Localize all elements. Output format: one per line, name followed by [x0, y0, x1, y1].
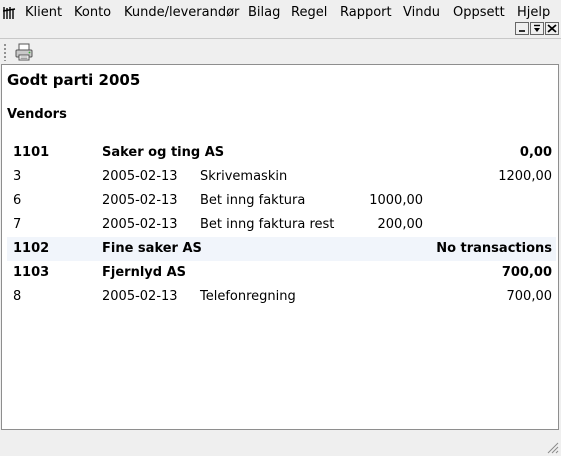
transaction-text: Telefonregning — [200, 289, 296, 304]
transaction-text: Skrivemaskin — [200, 169, 288, 184]
menu-rapport[interactable]: Rapport — [340, 5, 392, 20]
menu-oppsett[interactable]: Oppsett — [453, 5, 505, 20]
transaction-date: 2005-02-13 — [102, 289, 178, 304]
report-subtitle: Vendors — [7, 107, 67, 122]
menu-klient[interactable]: Klient — [25, 5, 62, 20]
menu-regel[interactable]: Regel — [291, 5, 327, 20]
vendor-balance: No transactions — [436, 241, 552, 256]
mdi-window-controls — [515, 22, 559, 36]
vendor-row: 1103 Fjernlyd AS 700,00 — [7, 261, 556, 285]
restore-icon[interactable] — [530, 22, 544, 35]
vendor-row: 1101 Saker og ting AS 0,00 — [7, 141, 556, 165]
vendor-id: 1101 — [13, 145, 50, 160]
menu-bar: Klient Konto Kunde/leverandør Bilag Rege… — [0, 0, 561, 26]
menu-hjelp[interactable]: Hjelp — [517, 5, 550, 20]
transaction-number: 6 — [13, 193, 22, 208]
transaction-date: 2005-02-13 — [102, 193, 178, 208]
status-bar — [0, 432, 561, 456]
transaction-balance: 700,00 — [506, 289, 553, 304]
app-menu-icon[interactable] — [2, 6, 19, 20]
transaction-balance: 1200,00 — [498, 169, 552, 184]
minimize-icon[interactable] — [515, 22, 529, 35]
resize-grip-icon[interactable] — [547, 442, 559, 454]
vendor-name: Saker og ting AS — [102, 145, 225, 160]
transaction-amount: 1000,00 — [369, 193, 423, 208]
vendor-balance: 0,00 — [519, 145, 552, 160]
vendor-id: 1103 — [13, 265, 50, 280]
transaction-text: Bet inng faktura — [200, 193, 306, 208]
transaction-number: 8 — [13, 289, 22, 304]
transaction-number: 3 — [13, 169, 22, 184]
vendor-id: 1102 — [13, 241, 50, 256]
transaction-row: 8 2005-02-13 Telefonregning 700,00 — [7, 285, 556, 309]
menu-kunde-leverandor[interactable]: Kunde/leverandør — [124, 5, 239, 20]
transaction-text: Bet inng faktura rest — [200, 217, 335, 232]
report-view[interactable]: Godt parti 2005 Vendors 1101 Saker og ti… — [1, 64, 559, 430]
menu-bilag[interactable]: Bilag — [248, 5, 280, 20]
vendor-balance: 700,00 — [501, 265, 552, 280]
toolbar-grip-icon[interactable] — [3, 43, 7, 61]
transaction-date: 2005-02-13 — [102, 169, 178, 184]
close-icon[interactable] — [545, 22, 559, 35]
menu-konto[interactable]: Konto — [74, 5, 111, 20]
transaction-row: 6 2005-02-13 Bet inng faktura 1000,00 — [7, 189, 556, 213]
report-title: Godt parti 2005 — [7, 71, 141, 89]
transaction-amount: 200,00 — [377, 217, 424, 232]
vendor-name: Fjernlyd AS — [102, 265, 187, 280]
menu-vindu[interactable]: Vindu — [403, 5, 440, 20]
transaction-number: 7 — [13, 217, 22, 232]
vendor-name: Fine saker AS — [102, 241, 202, 256]
vendor-row: 1102 Fine saker AS No transactions — [7, 237, 556, 261]
transaction-date: 2005-02-13 — [102, 217, 178, 232]
print-icon[interactable] — [14, 42, 34, 62]
transaction-row: 3 2005-02-13 Skrivemaskin 1200,00 — [7, 165, 556, 189]
transaction-row: 7 2005-02-13 Bet inng faktura rest 200,0… — [7, 213, 556, 237]
toolbar — [0, 38, 561, 64]
